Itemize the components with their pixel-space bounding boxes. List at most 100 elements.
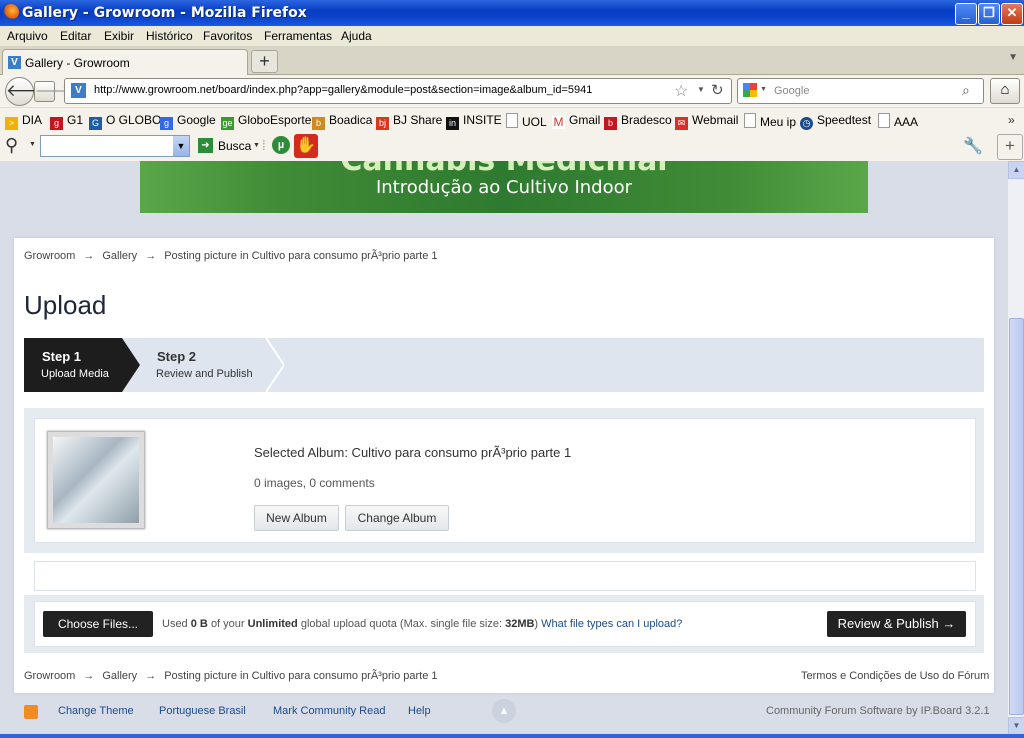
scrollbar-thumb[interactable] [1009,318,1024,715]
go-arrow-icon[interactable]: ➜ [198,138,213,153]
scroll-down-icon[interactable]: ▼ [1008,717,1024,735]
menu-ajuda[interactable]: Ajuda [341,29,372,43]
tab-bar: V Gallery - Growroom + ▼ [0,46,1024,75]
menu-favoritos[interactable]: Favoritos [203,29,252,43]
step-2-title: Step 2 [157,349,197,364]
url-history-chevron-icon[interactable]: ▼ [697,85,705,94]
toolbar-chevron-icon[interactable]: ▼ [29,141,36,148]
bookmark-label: BJ Share [393,113,443,127]
busca-chevron-icon[interactable]: ▼ [253,142,260,149]
google-engine-icon[interactable] [743,83,757,97]
toolbar-search-select[interactable]: ▼ [40,135,190,157]
back-button[interactable]: 🡐 [5,77,52,106]
breadcrumb-gallery[interactable]: Gallery [102,670,137,682]
wrench-icon[interactable]: 🔧 [963,136,983,156]
bookmark-bradesco[interactable]: b Bradesco [604,113,672,130]
breadcrumb-gallery[interactable]: Gallery [102,250,137,262]
bookmark-gmail[interactable]: M Gmail [552,113,600,129]
step-1-title: Step 1 [42,349,82,364]
bookmark-webmail[interactable]: ✉ Webmail [675,113,738,130]
banner-subtitle: Introdução ao Cultivo Indoor [375,177,633,198]
language-link[interactable]: Portuguese Brasil [159,705,246,717]
search-icon[interactable]: ⌕ [962,82,970,99]
step-1: Step 1 Upload Media [24,338,122,392]
bookmark-dia[interactable]: > DIA [5,113,42,130]
minimize-button[interactable]: _ [955,3,977,25]
back-to-top-icon[interactable]: ▲ [492,699,516,723]
close-button[interactable]: ✕ [1001,3,1023,25]
bookmark-bjshare[interactable]: bj BJ Share [376,113,442,130]
page-icon [506,113,518,128]
new-album-button[interactable]: New Album [254,505,339,531]
bookmark-label: Boadica [329,113,373,127]
menu-historico[interactable]: Histórico [146,29,193,43]
ad-banner[interactable]: Cannabis Medicinal Introdução ao Cultivo… [140,161,868,213]
album-card: Selected Album: Cultivo para consumo prÃ… [34,418,976,543]
choose-files-button[interactable]: Choose Files... [43,611,153,637]
search-magnifier-icon[interactable]: ⚲ [5,135,18,156]
upload-file-list[interactable] [34,561,976,591]
page-scrollbar[interactable]: ▲ ▼ [1008,161,1024,735]
menu-ferramentas[interactable]: Ferramentas [264,29,332,43]
change-album-button[interactable]: Change Album [345,505,449,531]
bookmark-label: O GLOBO [106,113,162,127]
bookmark-label: GloboEsporte [238,113,312,127]
album-stats: 0 images, 0 comments [254,476,375,490]
scroll-up-icon[interactable]: ▲ [1008,161,1024,179]
bookmark-meuip[interactable]: Meu ip [744,113,796,129]
page-icon [878,113,890,128]
engine-chevron-icon[interactable]: ▼ [760,86,767,93]
step-1-subtitle: Upload Media [41,368,109,380]
bookmark-speedtest[interactable]: ◷ Speedtest [800,113,871,130]
change-theme-link[interactable]: Change Theme [58,705,134,717]
mark-read-link[interactable]: Mark Community Read [273,705,385,717]
tab-gallery[interactable]: V Gallery - Growroom [2,49,248,75]
home-button[interactable]: ⌂ [990,78,1020,104]
breadcrumb: Growroom → Gallery → Posting picture in Cult… [24,250,438,262]
menu-exibir[interactable]: Exibir [104,29,134,43]
software-credit: Community Forum Software by IP.Board 3.2… [766,705,990,717]
file-types-link[interactable]: What file types can I upload? [541,618,682,630]
tab-list-chevron-icon[interactable]: ▼ [1008,52,1018,63]
restore-button[interactable]: ❐ [978,3,1000,25]
breadcrumb-growroom[interactable]: Growroom [24,250,75,262]
dia-icon: > [5,117,18,130]
menu-editar[interactable]: Editar [60,29,91,43]
globoesporte-icon: ge [221,117,234,130]
bookmark-g1[interactable]: g G1 [50,113,83,130]
bookmark-uol[interactable]: UOL [506,113,547,129]
quota-mid2: global upload quota (Max. single file si… [300,618,503,630]
reload-icon[interactable]: ↻ [711,81,724,99]
breadcrumb-growroom[interactable]: Growroom [24,670,75,682]
help-link[interactable]: Help [408,705,431,717]
bookmark-google[interactable]: g Google [160,113,216,130]
page-icon [744,113,756,128]
utorrent-icon[interactable]: µ [272,136,290,154]
new-tab-button[interactable]: + [251,50,278,73]
rss-icon[interactable] [24,705,38,719]
bookmark-boadica[interactable]: b Boadica [312,113,372,130]
bookmarks-overflow-icon[interactable]: » [1008,113,1015,127]
bookmark-label: DIA [22,113,43,127]
review-publish-button[interactable]: Review & Publish → [827,611,966,637]
add-toolbar-button[interactable]: + [997,134,1023,160]
quota-mid: of your [210,618,245,630]
quota-suffix: ) [534,618,539,630]
upload-controls: Choose Files... Used 0 B of your Unlimit… [24,595,984,653]
bookmark-star-icon[interactable]: ☆ [674,81,688,101]
search-placeholder: Google [774,85,810,97]
url-bar[interactable]: V http://www.growroom.net/board/index.ph… [64,78,732,104]
url-text: http://www.growroom.net/board/index.php?… [94,84,593,96]
forward-button[interactable]: 🡒 [34,81,70,102]
bookmark-aaa[interactable]: AAA [878,113,918,129]
adblock-icon[interactable]: ✋ [294,134,318,158]
search-bar[interactable]: ▼ Google ⌕ [737,78,984,104]
menu-bar: Arquivo Editar Exibir Histórico Favorito… [0,26,1024,46]
terms-link[interactable]: Termos e Condições de Uso do Fórum [801,670,989,682]
addon-toolbar: ⚲ ▼ ▼ ➜ Busca ▼ ⁞ µ ✋ 🔧 + [0,132,1024,162]
busca-button[interactable]: Busca [218,139,251,153]
bookmark-oglobo[interactable]: G O GLOBO [89,113,161,130]
bookmark-globoesporte[interactable]: ge GloboEsporte [221,113,311,130]
menu-arquivo[interactable]: Arquivo [7,29,48,43]
bookmark-insite[interactable]: in INSITE [446,113,502,130]
